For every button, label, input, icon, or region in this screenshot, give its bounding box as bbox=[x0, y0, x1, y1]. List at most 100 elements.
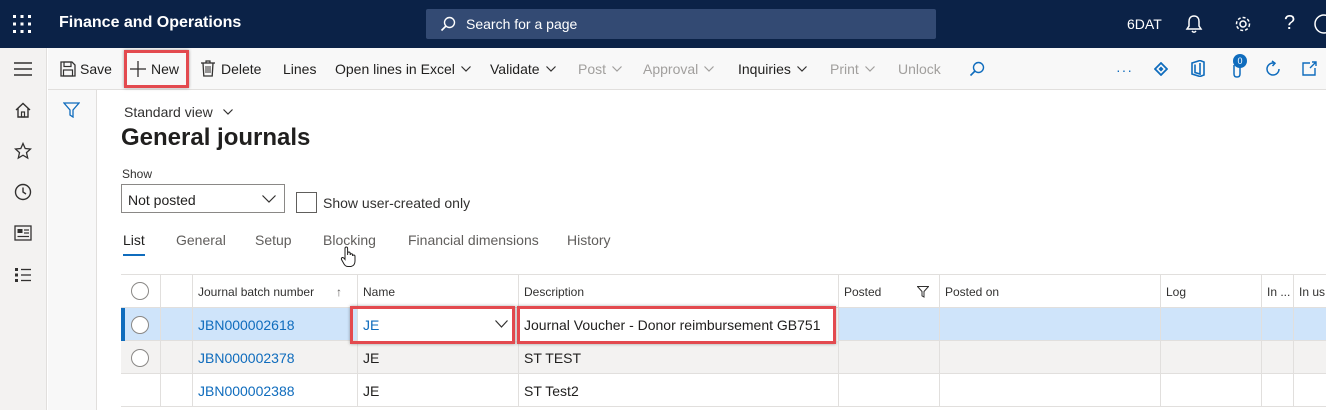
page-title: General journals bbox=[121, 124, 311, 151]
column-header-in-use[interactable]: In ... bbox=[1262, 275, 1294, 308]
show-dropdown[interactable]: Not posted bbox=[121, 184, 285, 213]
lines-button[interactable]: Lines bbox=[283, 61, 316, 77]
trash-icon bbox=[201, 60, 215, 77]
approval-label: Approval bbox=[643, 61, 699, 77]
approval-button[interactable]: Approval bbox=[643, 61, 715, 77]
validate-button[interactable]: Validate bbox=[490, 61, 556, 77]
plus-icon bbox=[130, 61, 146, 77]
tab-setup[interactable]: Setup bbox=[255, 232, 292, 248]
table-row[interactable]: JBN000002388 JE ST Test2 bbox=[121, 374, 1326, 407]
row-select-cell[interactable] bbox=[121, 374, 161, 407]
name-cell[interactable]: JE bbox=[358, 341, 519, 374]
app-title[interactable]: Finance and Operations bbox=[59, 14, 241, 32]
journal-batch-number-link[interactable]: JBN000002388 bbox=[198, 383, 295, 399]
log-cell[interactable] bbox=[1161, 374, 1262, 407]
log-cell[interactable] bbox=[1161, 341, 1262, 374]
tab-general[interactable]: General bbox=[176, 232, 226, 248]
tab-financial-dimensions[interactable]: Financial dimensions bbox=[408, 232, 539, 248]
bell-icon[interactable] bbox=[1185, 14, 1203, 34]
column-header-description[interactable]: Description bbox=[519, 275, 839, 308]
column-filter-icon[interactable] bbox=[917, 286, 929, 298]
save-button[interactable]: Save bbox=[80, 61, 112, 77]
posted-on-cell[interactable] bbox=[940, 341, 1161, 374]
attachment-count-badge: 0 bbox=[1233, 54, 1247, 68]
column-header-posted-on[interactable]: Posted on bbox=[940, 275, 1161, 308]
in-use-by-cell[interactable] bbox=[1294, 308, 1326, 341]
inquiries-button[interactable]: Inquiries bbox=[738, 61, 807, 77]
posted-cell[interactable] bbox=[839, 341, 940, 374]
description-value: ST Test2 bbox=[524, 383, 579, 399]
posted-on-cell[interactable] bbox=[940, 374, 1161, 407]
in-use-cell[interactable] bbox=[1262, 374, 1294, 407]
in-use-cell[interactable] bbox=[1262, 341, 1294, 374]
chevron-down-icon bbox=[612, 66, 622, 72]
refresh-icon[interactable] bbox=[1264, 60, 1282, 78]
waffle-icon[interactable] bbox=[12, 14, 32, 34]
description-cell[interactable]: ST TEST bbox=[519, 341, 839, 374]
journal-batch-number-link[interactable]: JBN000002378 bbox=[198, 350, 295, 366]
save-icon bbox=[60, 61, 76, 77]
star-icon[interactable] bbox=[14, 142, 32, 160]
unlock-button[interactable]: Unlock bbox=[898, 61, 941, 77]
workspace-icon[interactable] bbox=[14, 225, 32, 241]
open-lines-in-excel-button[interactable]: Open lines in Excel bbox=[335, 61, 471, 77]
clock-icon[interactable] bbox=[14, 183, 32, 201]
filter-icon[interactable] bbox=[63, 102, 80, 118]
column-header-name[interactable]: Name bbox=[358, 275, 519, 308]
help-icon[interactable]: ? bbox=[1284, 12, 1295, 35]
posted-cell[interactable] bbox=[839, 308, 940, 341]
office-icon[interactable] bbox=[1191, 60, 1205, 77]
post-button[interactable]: Post bbox=[578, 61, 622, 77]
column-header-posted[interactable]: Posted bbox=[839, 275, 940, 308]
show-user-created-checkbox[interactable] bbox=[296, 192, 317, 213]
posted-cell[interactable] bbox=[839, 374, 940, 407]
tab-list[interactable]: List bbox=[123, 232, 145, 248]
account-icon[interactable] bbox=[1312, 14, 1326, 34]
tab-history[interactable]: History bbox=[567, 232, 611, 248]
delete-button[interactable]: Delete bbox=[221, 61, 261, 77]
in-use-by-cell[interactable] bbox=[1294, 341, 1326, 374]
row-select-cell[interactable] bbox=[121, 341, 161, 374]
posted-on-cell[interactable] bbox=[940, 308, 1161, 341]
table-row[interactable]: JBN000002378 JE ST TEST bbox=[121, 341, 1326, 374]
select-all-radio[interactable] bbox=[131, 282, 149, 300]
in-use-by-cell[interactable] bbox=[1294, 374, 1326, 407]
journal-batch-number-cell[interactable]: JBN000002618 bbox=[193, 308, 358, 341]
table-row[interactable]: JBN000002618 JE Journal Voucher - Donor … bbox=[121, 308, 1326, 341]
new-button[interactable]: New bbox=[151, 61, 179, 77]
journal-batch-number-cell[interactable]: JBN000002388 bbox=[193, 374, 358, 407]
list-icon[interactable] bbox=[14, 267, 32, 283]
row-spacer-cell bbox=[161, 374, 193, 407]
company-picker[interactable]: 6DAT bbox=[1127, 16, 1162, 32]
log-cell[interactable] bbox=[1161, 308, 1262, 341]
select-all-header[interactable] bbox=[121, 275, 161, 308]
row-select-radio[interactable] bbox=[131, 349, 149, 367]
journal-batch-number-cell[interactable]: JBN000002378 bbox=[193, 341, 358, 374]
name-dropdown-cell[interactable]: JE bbox=[358, 308, 519, 341]
column-header-label: Description bbox=[524, 285, 585, 299]
view-selector[interactable]: Standard view bbox=[124, 104, 233, 120]
column-header-log[interactable]: Log bbox=[1161, 275, 1262, 308]
in-use-cell[interactable] bbox=[1262, 308, 1294, 341]
open-in-new-window-icon[interactable] bbox=[1301, 61, 1317, 77]
column-header-in-use-by[interactable]: In us bbox=[1294, 275, 1326, 308]
hamburger-icon[interactable] bbox=[14, 62, 32, 76]
journal-batch-number-link[interactable]: JBN000002618 bbox=[198, 317, 295, 333]
journals-grid: Journal batch number ↑ Name Description … bbox=[121, 274, 1326, 410]
gear-icon[interactable] bbox=[1233, 14, 1253, 34]
row-select-radio[interactable] bbox=[131, 316, 149, 334]
name-cell[interactable]: JE bbox=[358, 374, 519, 407]
search-icon[interactable] bbox=[969, 61, 985, 77]
power-apps-icon[interactable] bbox=[1154, 62, 1168, 76]
row-select-cell[interactable] bbox=[121, 308, 161, 341]
column-header-journal-batch-number[interactable]: Journal batch number ↑ bbox=[193, 275, 358, 308]
more-options-icon[interactable]: ··· bbox=[1116, 62, 1133, 78]
description-cell[interactable]: ST Test2 bbox=[519, 374, 839, 407]
chevron-down-icon[interactable] bbox=[495, 320, 508, 328]
home-icon[interactable] bbox=[14, 101, 32, 119]
print-button[interactable]: Print bbox=[830, 61, 875, 77]
search-input[interactable]: Search for a page bbox=[426, 9, 936, 39]
name-value: JE bbox=[363, 317, 380, 333]
description-input-cell[interactable]: Journal Voucher - Donor reimbursement GB… bbox=[519, 308, 839, 341]
chevron-down-icon bbox=[222, 109, 233, 115]
